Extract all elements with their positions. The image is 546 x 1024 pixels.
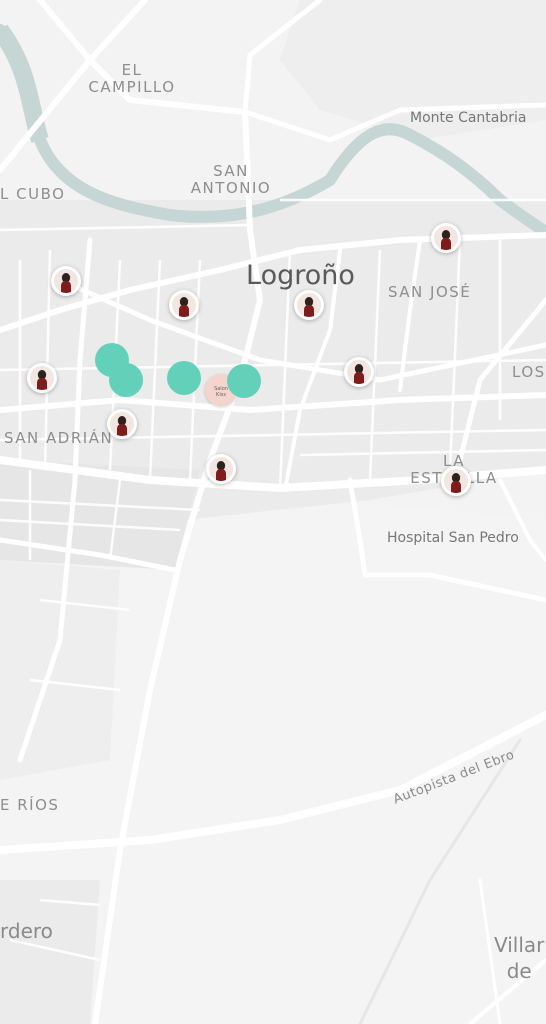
- label-el-campillo: EL CAMPILLO: [88, 61, 176, 96]
- avatar: [172, 293, 196, 317]
- map-base-layer: [0, 0, 546, 1024]
- label-monte-cantabria: Monte Cantabria: [410, 110, 527, 126]
- profile-pin-2[interactable]: [51, 266, 81, 296]
- profile-pin-1[interactable]: [431, 223, 461, 253]
- profile-pin-8[interactable]: [206, 454, 236, 484]
- profile-pin-5[interactable]: [344, 357, 374, 387]
- location-dot[interactable]: [227, 364, 261, 398]
- label-rios: E RÍOS: [0, 796, 60, 814]
- urban-block-area: [0, 560, 120, 780]
- avatar: [434, 226, 458, 250]
- label-hospital-san-pedro: Hospital San Pedro: [387, 530, 519, 546]
- location-dot[interactable]: [109, 363, 143, 397]
- avatar: [30, 366, 54, 390]
- avatar: [54, 269, 78, 293]
- map-view[interactable]: EL CAMPILLO Monte Cantabria L CUBO SAN A…: [0, 0, 546, 1024]
- profile-pin-9[interactable]: [441, 466, 471, 496]
- avatar: [347, 360, 371, 384]
- profile-pin-4[interactable]: [294, 290, 324, 320]
- avatar: [444, 469, 468, 493]
- label-san-adrian: SAN ADRIÁN: [4, 429, 114, 447]
- profile-pin-6[interactable]: [27, 363, 57, 393]
- label-lardero: rdero: [0, 919, 53, 943]
- label-los: LOS: [512, 363, 546, 381]
- avatar: [209, 457, 233, 481]
- label-el-cubo: L CUBO: [0, 185, 66, 203]
- avatar: [110, 412, 134, 436]
- river-ebro-bank: [0, 24, 49, 143]
- label-san-antonio: SAN ANTONIO: [190, 162, 272, 197]
- label-san-jose: SAN JOSÉ: [388, 283, 472, 301]
- location-dot[interactable]: [167, 361, 201, 395]
- label-villamediana: Villar de: [494, 933, 545, 983]
- profile-pin-3[interactable]: [169, 290, 199, 320]
- profile-pin-7[interactable]: [107, 409, 137, 439]
- label-logrono: Logroño: [246, 260, 355, 291]
- avatar: [297, 293, 321, 317]
